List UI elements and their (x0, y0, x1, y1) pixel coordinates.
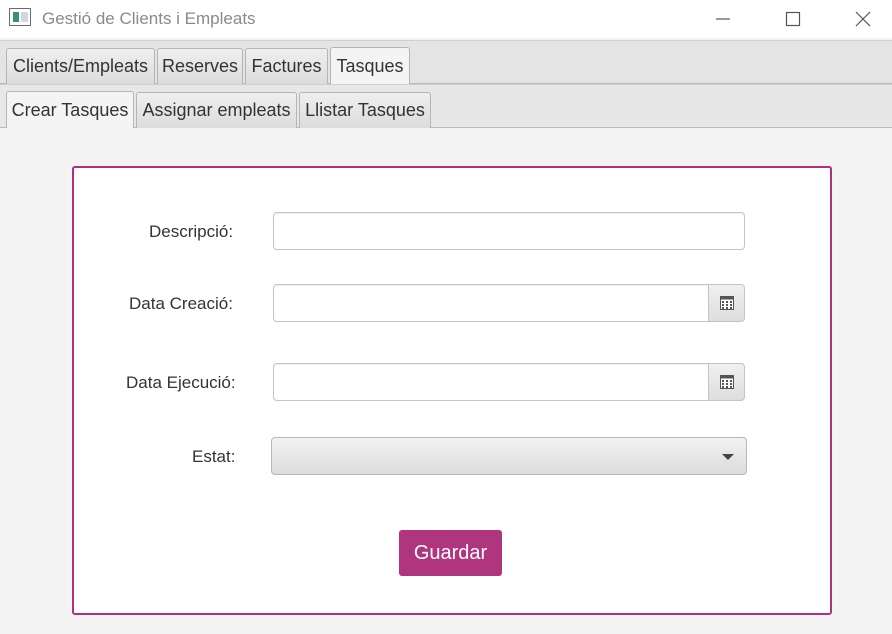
title-bar: Gestió de Clients i Empleats (0, 0, 892, 38)
save-button[interactable]: Guardar (399, 530, 502, 576)
tab-label: Factures (251, 56, 322, 76)
window-title: Gestió de Clients i Empleats (42, 9, 256, 28)
tab-assignar-empleats[interactable]: Assignar empleats (136, 92, 297, 128)
tab-label: Llistar Tasques (305, 100, 425, 120)
tab-crear-tasques[interactable]: Crear Tasques (6, 91, 134, 128)
tab-llistar-tasques[interactable]: Llistar Tasques (299, 92, 431, 128)
data-creacio-calendar-button[interactable] (708, 284, 745, 322)
descripcio-input[interactable] (273, 212, 745, 250)
maximize-button[interactable] (770, 0, 816, 38)
data-ejecucio-input[interactable] (273, 363, 710, 401)
tab-label: Clients/Empleats (12, 56, 149, 76)
estat-label: Estat: (192, 447, 236, 466)
tab-label: Reserves (161, 56, 239, 76)
tab-label: Assignar empleats (142, 100, 291, 120)
sub-tab-bar: Crear Tasques Assignar empleats Llistar … (0, 84, 892, 128)
data-ejecucio-label: Data Ejecució: (126, 373, 236, 392)
maximize-icon (785, 11, 801, 27)
data-creacio-input[interactable] (273, 284, 710, 322)
tab-clients-empleats[interactable]: Clients/Empleats (6, 48, 155, 84)
calendar-icon (719, 375, 734, 389)
close-button[interactable] (840, 0, 886, 38)
minimize-button[interactable] (700, 0, 746, 38)
descripcio-label: Descripció: (149, 222, 234, 241)
main-tab-bar: Clients/Empleats Reserves Factures Tasqu… (0, 40, 892, 84)
calendar-icon (719, 296, 734, 310)
tab-tasques[interactable]: Tasques (330, 47, 410, 84)
tab-label: Tasques (336, 55, 404, 76)
minimize-icon (716, 18, 730, 20)
estat-combobox[interactable] (271, 437, 747, 475)
tab-reserves[interactable]: Reserves (157, 48, 243, 84)
data-ejecucio-calendar-button[interactable] (708, 363, 745, 401)
tab-label: Crear Tasques (11, 99, 129, 120)
chevron-down-icon (722, 454, 734, 460)
app-icon (9, 8, 31, 26)
tab-factures[interactable]: Factures (245, 48, 328, 84)
data-creacio-label: Data Creació: (129, 294, 233, 313)
close-icon (855, 11, 871, 27)
save-button-label: Guardar (413, 541, 488, 564)
